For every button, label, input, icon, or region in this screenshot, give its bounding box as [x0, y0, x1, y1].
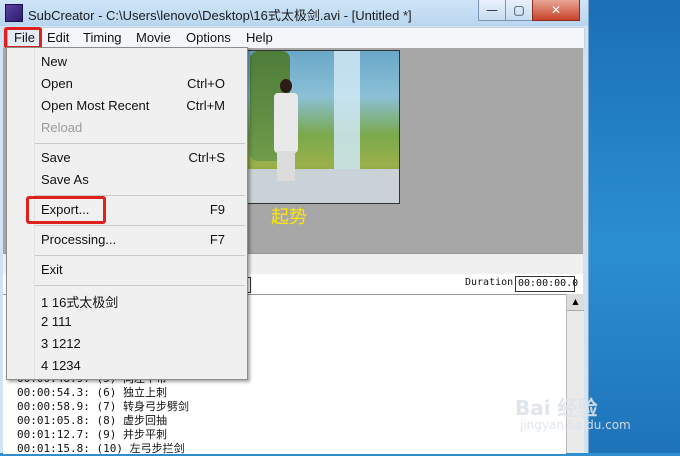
duration-label: Duration — [465, 277, 514, 288]
list-item[interactable]: 00:01:15.8: (10) 左弓步拦剑 — [17, 440, 185, 456]
minimize-button[interactable]: — — [478, 0, 506, 21]
file-highlight-box — [4, 27, 42, 49]
duration-field[interactable]: 00:00:00.0 — [515, 276, 578, 292]
menu-separator — [35, 143, 245, 144]
watermark-url: jingyan.baidu.com — [520, 418, 631, 432]
close-button[interactable]: ✕ — [532, 0, 580, 21]
menu-help[interactable]: Help — [246, 30, 273, 45]
shortcut-processing: F7 — [209, 232, 225, 247]
menu-options[interactable]: Options — [186, 30, 231, 45]
menu-item-open-most-recent[interactable]: Open Most Recent — [41, 98, 149, 113]
window-title: SubCreator - C:\Users\lenovo\Desktop\16式… — [28, 8, 412, 23]
menu-item-open[interactable]: Open — [41, 76, 73, 91]
menu-item-recent-4[interactable]: 4 1234 — [41, 358, 81, 373]
app-window: SubCreator - C:\Users\lenovo\Desktop\16式… — [0, 0, 589, 456]
performer-body — [274, 93, 298, 153]
menu-item-processing[interactable]: Processing... — [41, 232, 116, 247]
video-subtitle: 起势 — [271, 207, 307, 228]
shortcut-export: F9 — [209, 202, 225, 217]
menu-bar: File Edit Timing Movie Options Help — [3, 27, 585, 49]
menu-item-recent-1[interactable]: 1 16式太极剑 — [41, 292, 118, 311]
menu-item-save-as[interactable]: Save As — [41, 172, 89, 187]
app-icon — [5, 4, 23, 22]
video-frame[interactable] — [243, 50, 400, 204]
stage-platform — [244, 169, 399, 203]
performer-legs — [277, 151, 295, 181]
menu-item-save[interactable]: Save — [41, 150, 71, 165]
menu-separator — [35, 225, 245, 226]
watermark-logo: Bai 经验 — [515, 396, 598, 420]
menu-edit[interactable]: Edit — [47, 30, 69, 45]
menu-item-exit[interactable]: Exit — [41, 262, 63, 277]
file-menu-dropdown: New Open Ctrl+O Open Most Recent Ctrl+M … — [6, 47, 248, 380]
menu-separator — [35, 255, 245, 256]
performer-head — [280, 79, 292, 93]
menu-item-reload: Reload — [41, 120, 83, 135]
menu-timing[interactable]: Timing — [83, 30, 122, 45]
menu-movie[interactable]: Movie — [136, 30, 171, 45]
menu-item-recent-2[interactable]: 2 111 — [41, 314, 72, 329]
scroll-up-icon[interactable]: ▲ — [567, 294, 584, 311]
menu-item-recent-3[interactable]: 3 1212 — [41, 336, 81, 351]
title-bar[interactable]: SubCreator - C:\Users\lenovo\Desktop\16式… — [0, 0, 588, 26]
menu-separator — [35, 285, 245, 286]
menu-item-new[interactable]: New — [41, 54, 67, 69]
shortcut-save: Ctrl+S — [188, 150, 225, 165]
export-highlight-box — [26, 196, 106, 224]
maximize-button[interactable]: ▢ — [505, 0, 533, 21]
shortcut-open: Ctrl+O — [187, 76, 225, 91]
shortcut-open-most-recent: Ctrl+M — [186, 98, 225, 113]
